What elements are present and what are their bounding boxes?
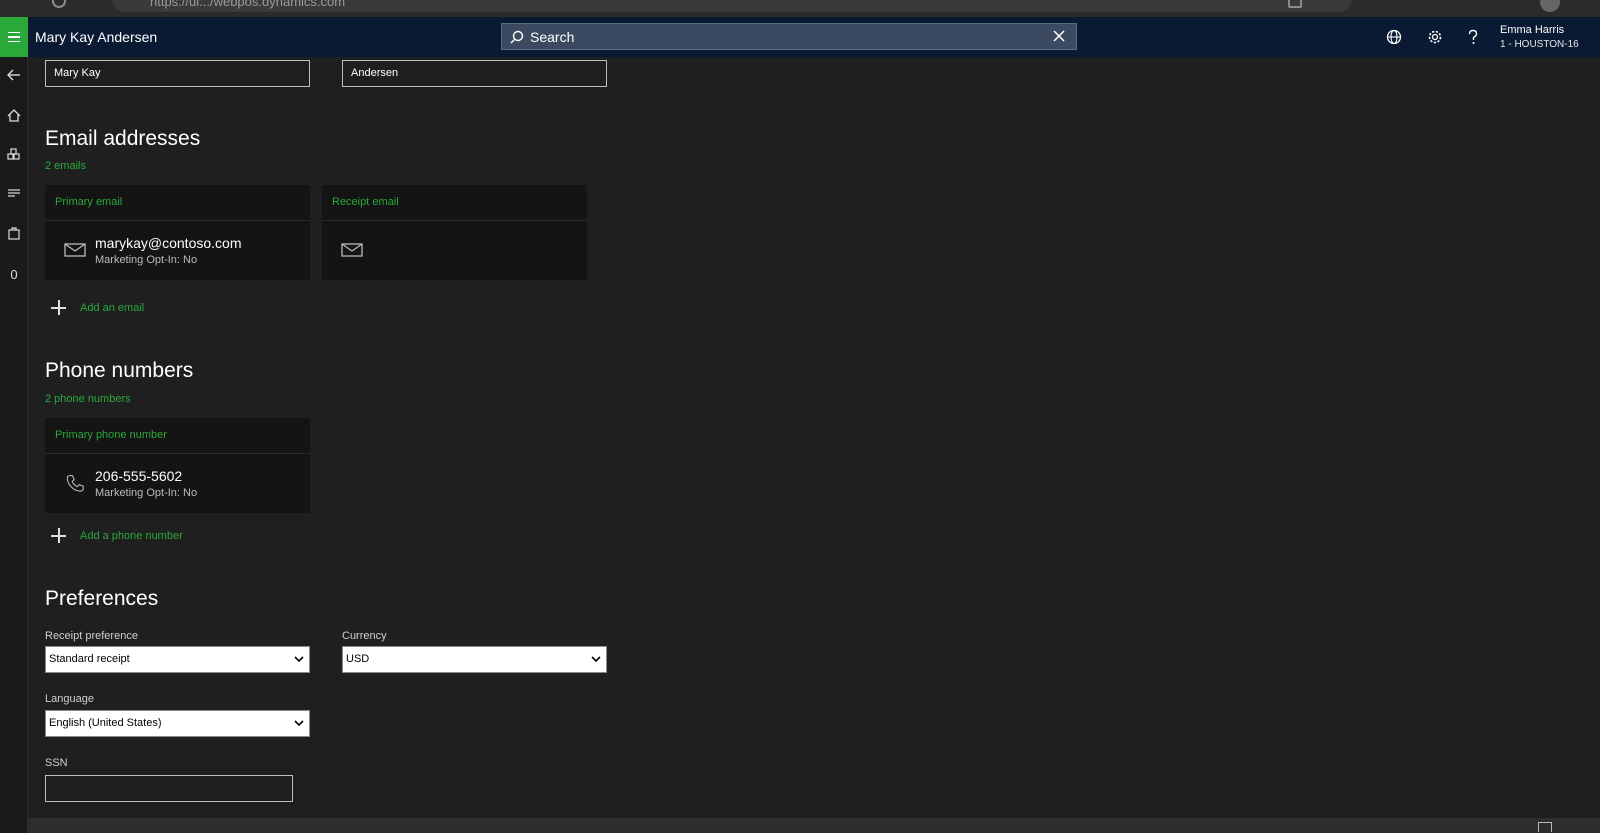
primary-email-optin: Marketing Opt-In: No: [95, 254, 198, 266]
cart-count-label: 0: [10, 266, 18, 282]
mail-icon: [341, 243, 363, 257]
receipt-preference-select[interactable]: Standard receipt: [45, 646, 310, 673]
plus-icon: [51, 300, 66, 315]
phone-section-title: Phone numbers: [45, 359, 194, 382]
left-navigation: 0: [0, 57, 28, 833]
currency-select[interactable]: USD: [342, 646, 607, 673]
primary-email-value: marykay@contoso.com: [95, 235, 242, 251]
language-value: English (United States): [49, 717, 162, 729]
last-name-field[interactable]: Andersen: [342, 60, 607, 87]
cart-count[interactable]: 0: [0, 262, 28, 286]
hamburger-menu-button[interactable]: [0, 17, 28, 57]
list-icon[interactable]: [0, 181, 28, 205]
ssn-label: SSN: [45, 757, 68, 769]
add-phone-label: Add a phone number: [80, 529, 183, 542]
shopping-bag-icon[interactable]: [0, 221, 28, 245]
status-bar: [28, 818, 1600, 833]
gear-icon[interactable]: [1425, 27, 1445, 47]
receipt-preference-label: Receipt preference: [45, 630, 138, 642]
page-title: Mary Kay Andersen: [35, 29, 158, 45]
currency-value: USD: [346, 653, 370, 665]
primary-phone-card[interactable]: Primary phone number 206-555-5602 Market…: [45, 418, 310, 513]
back-arrow-icon[interactable]: [0, 63, 28, 87]
mail-icon: [64, 243, 86, 257]
help-icon[interactable]: [1463, 27, 1483, 47]
keyboard-icon[interactable]: [1538, 822, 1552, 832]
receipt-email-card[interactable]: Receipt email: [322, 185, 587, 280]
primary-phone-value: 206-555-5602: [95, 468, 183, 484]
home-icon[interactable]: [0, 103, 28, 127]
browser-url: https://ui.../webpos.dynamics.com: [150, 0, 346, 9]
primary-email-card[interactable]: Primary email marykay@contoso.com Market…: [45, 185, 310, 280]
search-box[interactable]: Search: [501, 23, 1077, 50]
preferences-section-title: Preferences: [45, 587, 159, 610]
language-label: Language: [45, 693, 94, 705]
user-store: 1 - HOUSTON-16: [1500, 39, 1579, 50]
customer-details: Mary Kay Andersen Email addresses 2 emai…: [28, 57, 1600, 818]
primary-phone-heading: Primary phone number: [45, 418, 310, 454]
app-header: Mary Kay Andersen Search Emma Harris 1 -…: [0, 17, 1600, 57]
browser-profile-icon[interactable]: [1540, 0, 1560, 12]
phone-count: 2 phone numbers: [45, 393, 131, 405]
email-section-title: Email addresses: [45, 127, 201, 150]
receipt-preference-value: Standard receipt: [49, 653, 130, 665]
chevron-down-icon: [294, 720, 304, 727]
add-email-label: Add an email: [80, 301, 145, 314]
ssn-field[interactable]: [45, 775, 293, 802]
email-count: 2 emails: [45, 160, 86, 172]
currency-label: Currency: [342, 630, 387, 642]
globe-icon[interactable]: [1384, 27, 1404, 47]
first-name-field[interactable]: Mary Kay: [45, 60, 310, 87]
chevron-down-icon: [591, 656, 601, 663]
plus-icon: [51, 528, 66, 543]
browser-favorite-icon[interactable]: [1288, 0, 1302, 8]
add-email-button[interactable]: Add an email: [51, 300, 144, 315]
products-icon[interactable]: [0, 143, 28, 167]
close-icon[interactable]: [1052, 29, 1066, 43]
browser-toolbar: https://ui.../webpos.dynamics.com: [0, 0, 1600, 17]
primary-phone-optin: Marketing Opt-In: No: [95, 487, 198, 499]
add-phone-button[interactable]: Add a phone number: [51, 528, 183, 543]
language-select[interactable]: English (United States): [45, 710, 310, 737]
primary-email-heading: Primary email: [45, 185, 310, 221]
phone-icon: [66, 475, 84, 492]
receipt-email-heading: Receipt email: [322, 185, 587, 221]
chevron-down-icon: [294, 656, 304, 663]
search-label: Search: [530, 28, 575, 45]
search-icon: [510, 30, 524, 43]
browser-reload-icon[interactable]: [52, 0, 66, 8]
user-name[interactable]: Emma Harris: [1500, 24, 1564, 36]
